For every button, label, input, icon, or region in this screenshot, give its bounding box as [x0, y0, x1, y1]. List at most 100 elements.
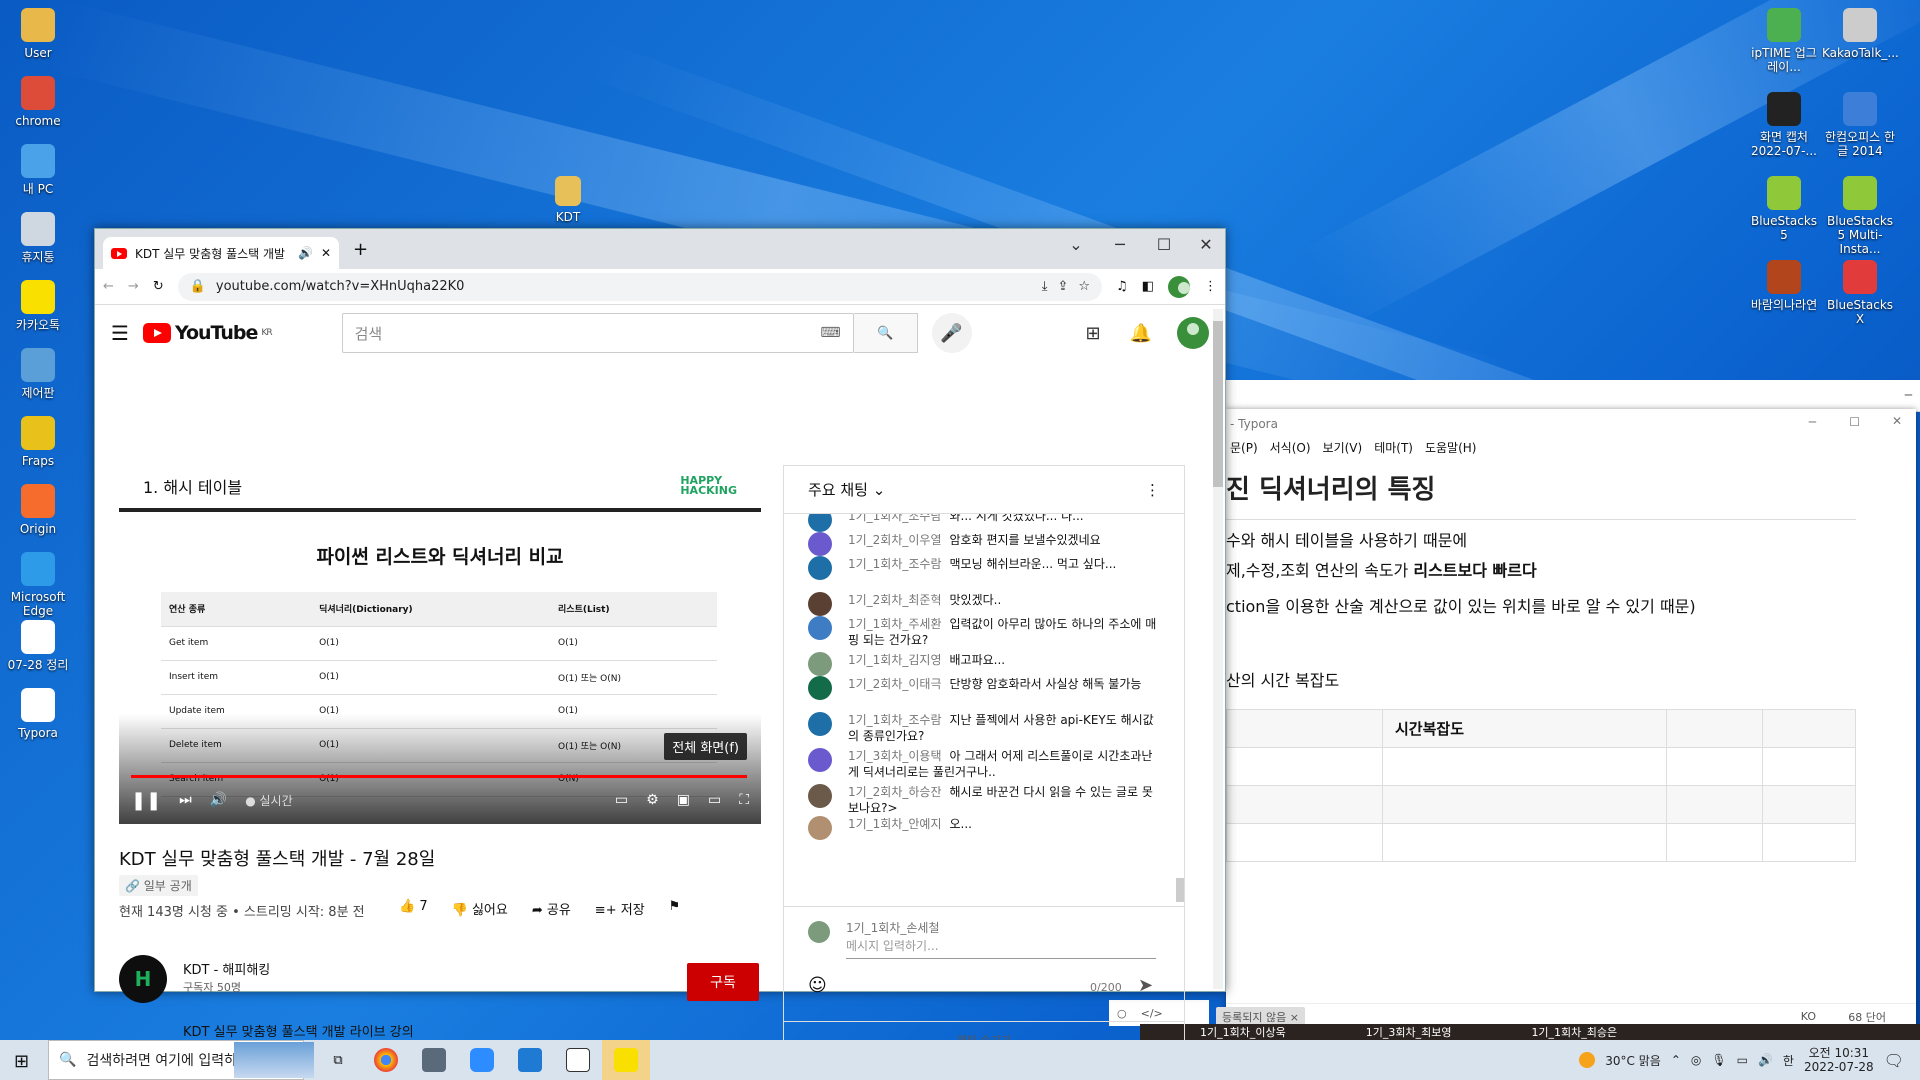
tray-app-icon[interactable]: ◎	[1691, 1053, 1701, 1067]
chat-avatar[interactable]	[808, 784, 832, 808]
chat-mode-dropdown[interactable]: 주요 채팅 ⌄	[808, 479, 885, 500]
dislike-button[interactable]: 👎 싫어요	[452, 899, 508, 918]
chat-avatar[interactable]	[808, 748, 832, 772]
search-button[interactable]: 🔍	[853, 313, 918, 353]
voice-search-button[interactable]: 🎤	[931, 313, 972, 353]
desktop-icon-4[interactable]: 휴지통	[0, 212, 76, 264]
lang-indicator[interactable]: KO	[1801, 1010, 1816, 1023]
channel-name[interactable]: KDT - 해피해킹	[183, 959, 270, 978]
create-button[interactable]: ⊞	[1073, 313, 1113, 353]
desktop-icon-right-2[interactable]: KakaoTalk_...	[1822, 8, 1899, 60]
youtube-logo[interactable]: YouTube KR	[142, 322, 273, 344]
chat-author[interactable]: 1기_1회차_안예지	[848, 817, 942, 831]
chat-author[interactable]: 1기_2회차_하승잔	[848, 785, 942, 799]
typora-menu-item[interactable]: 보기(V)	[1323, 439, 1363, 456]
desktop-icon-5[interactable]: 카카오톡	[0, 280, 76, 332]
vscode-taskbar-icon[interactable]	[506, 1040, 554, 1080]
settings-gear-icon[interactable]: ⚙	[646, 792, 659, 808]
zoom-taskbar-icon[interactable]	[458, 1040, 506, 1080]
browser-tab[interactable]: KDT 실무 맞춤형 풀스택 개발 ... 🔊 ✕	[103, 237, 339, 269]
typora-window[interactable]: - Typora ─ ☐ ✕ 문(P) 서식(O) 보기(V) 테마(T) 도움말(H)…	[1216, 409, 1916, 1029]
chrome-taskbar-icon[interactable]	[362, 1040, 410, 1080]
close-icon[interactable]: ✕	[1892, 414, 1902, 428]
desktop-icon-2[interactable]: chrome	[0, 76, 76, 128]
miniplayer-icon[interactable]: ▣	[677, 792, 690, 808]
chat-author[interactable]: 1기_2회차_최준혁	[848, 593, 942, 607]
calculator-taskbar-icon[interactable]	[410, 1040, 458, 1080]
chat-more-icon[interactable]: ⋮	[1145, 481, 1160, 499]
weather-text[interactable]: 30°C 맑음	[1605, 1052, 1661, 1069]
chat-avatar[interactable]	[808, 676, 832, 700]
chat-author[interactable]: 1기_3회차_이용택	[848, 749, 942, 763]
subtitles-icon[interactable]: ▭	[615, 792, 628, 808]
page-scroll-thumb[interactable]	[1213, 321, 1223, 487]
desktop-icon-8[interactable]: Origin	[0, 484, 76, 536]
reload-icon[interactable]: ↻	[153, 279, 164, 294]
tab-close-icon[interactable]: ✕	[321, 246, 331, 260]
mic-tray-icon[interactable]: 🎙	[1711, 1053, 1726, 1067]
desktop-icon-7[interactable]: Fraps	[0, 416, 76, 468]
bookmark-star-icon[interactable]: ☆	[1078, 279, 1090, 294]
share-icon[interactable]: ⇪	[1057, 279, 1068, 294]
network-icon[interactable]: ▭	[1737, 1053, 1748, 1067]
typora-menu-item[interactable]: 도움말(H)	[1425, 439, 1477, 456]
typora-taskbar-icon[interactable]	[554, 1040, 602, 1080]
new-tab-icon[interactable]: +	[353, 239, 368, 260]
ime-indicator[interactable]: 한	[1783, 1052, 1794, 1069]
chat-avatar[interactable]	[808, 556, 832, 580]
chat-author[interactable]: 1기_2회차_이우열	[848, 533, 942, 547]
url-text[interactable]: youtube.com/watch?v=XHnUqha22K0	[216, 279, 465, 294]
desktop-icon-6[interactable]: 제어판	[0, 348, 76, 400]
emoji-icon[interactable]: ☺	[808, 975, 827, 996]
speaker-icon[interactable]: 🔊	[298, 246, 313, 260]
account-avatar[interactable]	[1177, 317, 1209, 349]
typora-menu-item[interactable]: 문(P)	[1230, 439, 1258, 456]
hamburger-menu-icon[interactable]: ☰	[111, 321, 129, 345]
save-button[interactable]: ≡+ 저장	[595, 899, 645, 918]
chat-author[interactable]: 1기_1회차_조수람	[848, 514, 942, 523]
theater-mode-icon[interactable]: ▭	[708, 792, 721, 808]
notification-center-icon[interactable]: 🗨	[1884, 1051, 1904, 1070]
task-view-icon[interactable]: ⧉	[314, 1040, 362, 1080]
install-icon[interactable]: ⤓	[1042, 279, 1048, 294]
desktop-icon-right-8[interactable]: BlueStacks X	[1822, 260, 1898, 326]
chat-author[interactable]: 1기_2회차_이태극	[848, 677, 942, 691]
desktop-icon-right-1[interactable]: ipTIME 업그레이...	[1746, 8, 1822, 74]
desktop-icon-3[interactable]: 내 PC	[0, 144, 76, 196]
desktop-icon-right-6[interactable]: BlueStacks 5 Multi-Insta...	[1822, 176, 1898, 256]
chrome-window[interactable]: KDT 실무 맞춤형 풀스택 개발 ... 🔊 ✕ + ⌄ ─ ☐ ✕ ← → …	[94, 228, 1226, 1069]
next-icon[interactable]: ⏭	[179, 792, 192, 808]
typora-menu-item[interactable]: 서식(O)	[1270, 439, 1311, 456]
desktop-icon-1[interactable]: User	[0, 8, 76, 60]
desktop-icon-10[interactable]: 07-28 정리	[0, 620, 76, 672]
progress-bar[interactable]	[131, 775, 747, 778]
desktop-icon-right-4[interactable]: 한컴오피스 한글 2014	[1822, 92, 1898, 158]
maximize-icon[interactable]: ☐	[1149, 235, 1179, 254]
tray-chevron-icon[interactable]: ⌃	[1671, 1053, 1681, 1067]
back-icon[interactable]: ←	[103, 279, 114, 294]
desktop-icon-right-5[interactable]: BlueStacks 5	[1746, 176, 1822, 242]
chat-avatar[interactable]	[808, 532, 832, 556]
desktop-icon-11[interactable]: Typora	[0, 688, 76, 740]
desktop-icon-9[interactable]: Microsoft Edge	[0, 552, 76, 618]
chat-avatar[interactable]	[808, 616, 832, 640]
share-button[interactable]: ➦ 공유	[532, 899, 571, 918]
clock[interactable]: 오전 10:31 2022-07-28	[1804, 1046, 1874, 1074]
media-control-icon[interactable]: ♫	[1116, 279, 1128, 294]
keyboard-icon[interactable]: ⌨	[820, 325, 840, 341]
subscribe-button[interactable]: 구독	[687, 963, 759, 1001]
chat-author[interactable]: 1기_1회차_조수람	[848, 557, 942, 571]
chat-avatar[interactable]	[808, 592, 832, 616]
chat-avatar[interactable]	[808, 712, 832, 736]
desktop-icon-kdt[interactable]: KDT	[530, 176, 606, 224]
page-scrollbar[interactable]	[1213, 309, 1223, 989]
report-flag-icon[interactable]: ⚑	[669, 899, 681, 918]
chat-author[interactable]: 1기_1회차_주세환	[848, 617, 942, 631]
forward-icon[interactable]: →	[128, 279, 139, 294]
tab-search-icon[interactable]: ⌄	[1061, 235, 1091, 254]
chrome-menu-icon[interactable]: ⋮	[1204, 279, 1217, 294]
notifications-button[interactable]: 🔔	[1121, 313, 1161, 353]
desktop-icon-right-3[interactable]: 화면 캡처 2022-07-...	[1746, 92, 1822, 158]
minimize-icon[interactable]: ─	[1105, 235, 1135, 254]
maximize-icon[interactable]: ☐	[1849, 415, 1860, 429]
